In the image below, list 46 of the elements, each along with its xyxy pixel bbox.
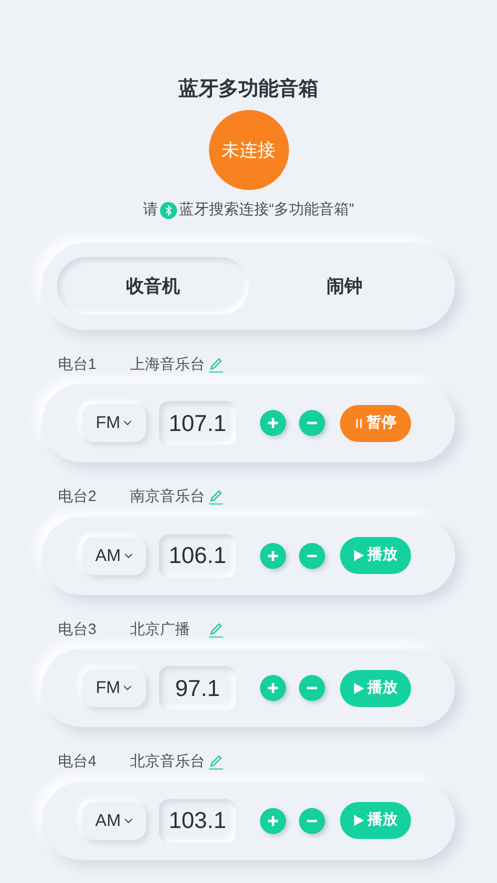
edit-icon[interactable] xyxy=(208,622,224,638)
frequency-field[interactable]: 103.1 xyxy=(159,798,236,842)
decrease-button[interactable] xyxy=(299,542,325,568)
increase-button[interactable] xyxy=(260,410,286,436)
bluetooth-icon xyxy=(160,202,177,219)
pause-icon xyxy=(354,418,362,428)
decrease-button[interactable] xyxy=(299,410,325,436)
play-icon xyxy=(354,550,364,561)
plus-icon xyxy=(267,417,279,429)
station-label: 电台3 xyxy=(58,620,98,640)
station-name: 北京音乐台 xyxy=(130,752,206,772)
edit-icon[interactable] xyxy=(208,489,224,506)
tab[interactable]: 收音机 xyxy=(57,257,248,315)
increase-button[interactable] xyxy=(260,675,286,701)
plus-icon xyxy=(267,814,279,826)
chevron-down-icon xyxy=(123,420,132,426)
chevron-down-icon xyxy=(124,818,133,824)
plus-icon xyxy=(267,550,279,562)
frequency-field[interactable]: 97.1 xyxy=(159,666,236,710)
app-title: 蓝牙多功能音箱 xyxy=(178,76,320,102)
station-name: 上海音乐台 xyxy=(130,354,206,374)
chevron-down-icon xyxy=(124,552,133,558)
band-dropdown[interactable]: AM xyxy=(82,536,146,574)
edit-icon[interactable] xyxy=(208,356,224,373)
plus-icon xyxy=(267,682,279,694)
station-label: 电台1 xyxy=(58,354,98,374)
decrease-button[interactable] xyxy=(299,675,325,701)
play-icon xyxy=(354,815,364,826)
hint-text: 蓝牙搜索连接“多功能音箱” xyxy=(179,200,354,220)
band-dropdown[interactable]: AM xyxy=(82,802,146,840)
chevron-down-icon xyxy=(123,685,132,691)
tab[interactable]: 闹钟 xyxy=(248,257,440,315)
decrease-button[interactable] xyxy=(299,808,325,834)
hint-text: 请 xyxy=(143,200,158,220)
band-dropdown[interactable]: FM xyxy=(82,404,146,442)
station-label: 电台2 xyxy=(58,487,98,507)
increase-button[interactable] xyxy=(260,542,286,568)
station-name: 北京广播 xyxy=(130,620,191,640)
edit-icon[interactable] xyxy=(208,754,224,770)
frequency-field[interactable]: 106.1 xyxy=(159,534,236,578)
station-name: 南京音乐台 xyxy=(130,487,206,507)
station-label: 电台4 xyxy=(58,752,98,772)
play-icon xyxy=(354,682,364,694)
frequency-field[interactable]: 107.1 xyxy=(159,401,236,445)
increase-button[interactable] xyxy=(260,808,286,834)
band-dropdown[interactable]: FM xyxy=(82,669,146,707)
